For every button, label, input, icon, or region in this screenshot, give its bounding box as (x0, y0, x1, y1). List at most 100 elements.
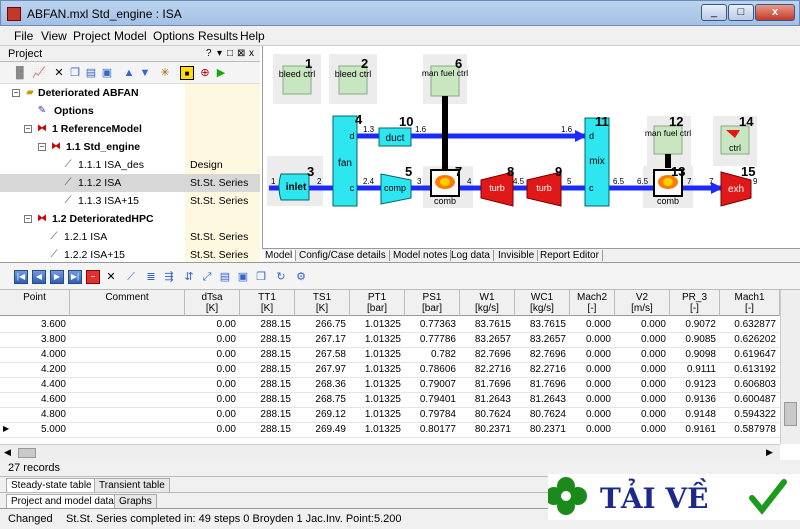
collapse-icon[interactable]: − (12, 89, 20, 97)
table-cell[interactable]: 269.12 (295, 409, 346, 420)
table-cell[interactable]: 1.01325 (350, 334, 401, 345)
table-cell[interactable]: 0.00 (185, 394, 236, 405)
move-up-icon[interactable]: ▲ (122, 66, 136, 80)
table-cell[interactable]: 0.632877 (720, 319, 776, 330)
table-cell[interactable]: 267.58 (295, 349, 346, 360)
table-cell[interactable]: 267.97 (295, 364, 346, 375)
table-cell[interactable]: 82.7696 (515, 349, 566, 360)
table-cell[interactable]: 288.15 (240, 394, 291, 405)
column-header[interactable]: PS1 [bar] (405, 290, 460, 316)
tree-item-project[interactable]: − ▰ Deteriorated ABFAN (0, 84, 260, 102)
table-cell[interactable]: 81.2643 (460, 394, 511, 405)
move-down-icon[interactable]: ▼ (138, 66, 152, 80)
column-header[interactable]: WC1 [kg/s] (515, 290, 570, 316)
table-cell[interactable]: 0.000 (570, 349, 611, 360)
tab-model[interactable]: Model (262, 250, 297, 261)
component-icon[interactable]: ■ (180, 66, 194, 80)
next-record-icon[interactable]: ▶ (50, 270, 64, 284)
delete-icon[interactable]: ✕ (52, 66, 66, 80)
table-cell[interactable]: 83.7615 (515, 319, 566, 330)
table-cell[interactable]: 269.49 (295, 424, 346, 435)
float-icon[interactable]: □ (227, 48, 233, 59)
table-cell[interactable]: 0.000 (615, 364, 666, 375)
table-cell[interactable]: 1.01325 (350, 319, 401, 330)
table-cell[interactable]: 268.36 (295, 379, 346, 390)
dropdown-icon[interactable]: ▾ (217, 48, 222, 59)
table-cell[interactable]: 0.587978 (720, 424, 776, 435)
table-cell[interactable]: 0.626202 (720, 334, 776, 345)
column-header[interactable]: Point (0, 290, 70, 316)
print-icon[interactable]: ▣ (236, 270, 250, 284)
table-cell[interactable]: 0.600487 (720, 394, 776, 405)
table-cell[interactable]: 0.613192 (720, 364, 776, 375)
table-cell[interactable]: 0.79401 (405, 394, 456, 405)
table-cell[interactable]: 0.000 (615, 349, 666, 360)
table-cell[interactable]: 82.2716 (515, 364, 566, 375)
table-cell[interactable]: 83.2657 (460, 334, 511, 345)
table-cell[interactable]: 5.000 (0, 424, 66, 435)
table-cell[interactable]: 0.00 (185, 409, 236, 420)
column-header[interactable]: Mach2 [-] (570, 290, 615, 316)
table-cell[interactable]: 288.15 (240, 334, 291, 345)
column-header[interactable]: Mach1 [-] (720, 290, 780, 316)
collapse-icon[interactable]: − (24, 215, 32, 223)
first-record-icon[interactable]: |◀ (14, 270, 28, 284)
table-cell[interactable]: 1.01325 (350, 424, 401, 435)
table-cell[interactable]: 1.01325 (350, 364, 401, 375)
table-cell[interactable]: 83.7615 (460, 319, 511, 330)
table-cell[interactable]: 82.2716 (460, 364, 511, 375)
tab-graphs[interactable]: Graphs (114, 494, 157, 509)
column-header[interactable]: W1 [kg/s] (460, 290, 515, 316)
table-cell[interactable]: 4.400 (0, 379, 66, 390)
table-cell[interactable]: 288.15 (240, 349, 291, 360)
table-cell[interactable]: 80.7624 (460, 409, 511, 420)
table-cell[interactable]: 0.619647 (720, 349, 776, 360)
copy-icon[interactable]: ❐ (68, 66, 82, 80)
table-cell[interactable]: 0.594322 (720, 409, 776, 420)
table-cell[interactable]: 288.15 (240, 364, 291, 375)
table-cell[interactable]: 0.000 (615, 334, 666, 345)
table-row[interactable]: 4.400 0.00 288.15 268.36 1.01325 0.79007 81.76… (0, 378, 780, 393)
table-cell[interactable]: 0.606803 (720, 379, 776, 390)
expand-icon[interactable]: ⤢ (200, 270, 214, 284)
table-cell[interactable]: 0.00 (185, 364, 236, 375)
tree-item-isa-des[interactable]: ⟋ 1.1.1 ISA_des Design (0, 156, 260, 174)
collapse-icon[interactable]: − (24, 125, 32, 133)
horizontal-scrollbar[interactable]: ◀ ▶ (0, 444, 780, 460)
tab-steady-state-table[interactable]: Steady-state table (6, 478, 97, 493)
delete-record-icon[interactable]: − (86, 270, 100, 284)
tree-item-isa15[interactable]: ⟋ 1.1.3 ISA+15 St.St. Series (0, 192, 260, 210)
table-cell[interactable]: 82.7696 (460, 349, 511, 360)
table-cell[interactable]: 1.01325 (350, 409, 401, 420)
graph-icon[interactable]: ⟋ (124, 270, 138, 284)
tab-project-model-data[interactable]: Project and model data (6, 494, 119, 509)
cancel-icon[interactable]: ✕ (104, 270, 118, 284)
bar-icon[interactable]: ▐▌ (12, 66, 28, 80)
last-record-icon[interactable]: ▶| (68, 270, 82, 284)
table-cell[interactable]: 0.000 (615, 424, 666, 435)
tab-invisible[interactable]: Invisible (495, 250, 539, 261)
tree-item-std-engine[interactable]: − ⧓ 1.1 Std_engine (0, 138, 260, 156)
table-cell[interactable]: 0.9085 (670, 334, 716, 345)
table-cell[interactable]: 0.79784 (405, 409, 456, 420)
table-cell[interactable]: 288.15 (240, 379, 291, 390)
tree-item-options[interactable]: ✎ Options (0, 102, 260, 120)
hscroll-thumb[interactable] (18, 448, 36, 458)
table-cell[interactable]: 0.000 (570, 424, 611, 435)
menu-file[interactable]: File (14, 29, 33, 43)
tree-item-deteriorated-hpc[interactable]: − ⧓ 1.2 DeterioratedHPC (0, 210, 260, 228)
close-button[interactable]: x (755, 4, 795, 21)
tree-item-hpc-isa[interactable]: ⟋ 1.2.1 ISA St.St. Series (0, 228, 260, 246)
table-cell[interactable]: 288.15 (240, 319, 291, 330)
rows-icon[interactable]: ⇵ (182, 270, 196, 284)
tab-model-notes[interactable]: Model notes (390, 250, 452, 261)
close-panel-icon[interactable]: x (249, 48, 254, 59)
table-cell[interactable]: 4.200 (0, 364, 66, 375)
tab-transient-table[interactable]: Transient table (94, 478, 170, 493)
table-cell[interactable]: 266.75 (295, 319, 346, 330)
table-cell[interactable]: 0.9161 (670, 424, 716, 435)
table-row[interactable]: 4.200 0.00 288.15 267.97 1.01325 0.78606 82.27… (0, 363, 780, 378)
tree-item-isa-selected[interactable]: ⟋ 1.1.2 ISA St.St. Series (0, 174, 260, 192)
table-cell[interactable]: 80.7624 (515, 409, 566, 420)
table-cell[interactable]: 0.9098 (670, 349, 716, 360)
